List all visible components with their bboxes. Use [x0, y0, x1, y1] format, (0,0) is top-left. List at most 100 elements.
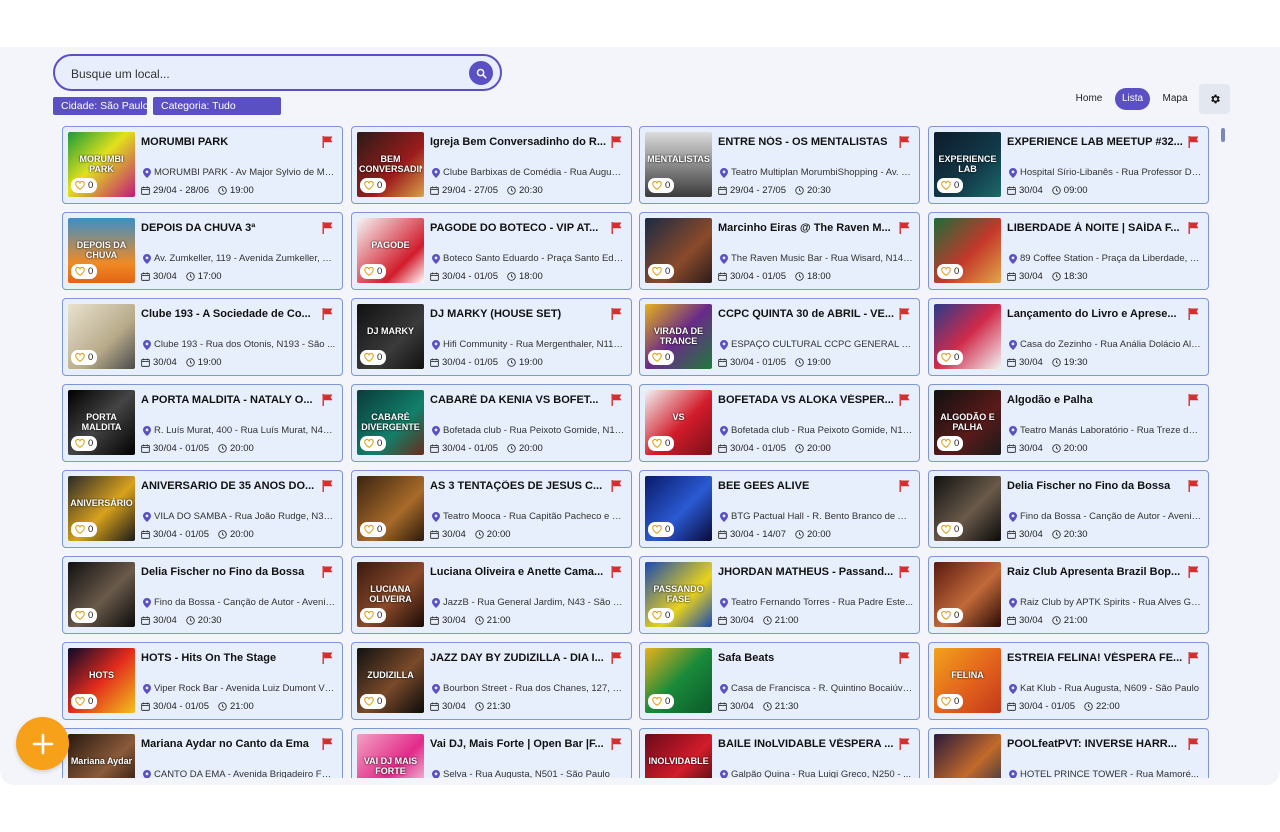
event-card[interactable]: CABARÉ DIVERGENTE 0 CABARÉ DA KENIA VS BOF…	[351, 384, 632, 462]
event-title[interactable]: Mariana Aydar no Canto da Ema	[141, 738, 319, 750]
event-thumbnail[interactable]: ZUDIZILLA 0	[357, 648, 424, 713]
report-flag-button[interactable]	[899, 222, 910, 234]
event-card[interactable]: 0 Lançamento do Livro e Aprese... Casa do …	[928, 298, 1209, 376]
like-button[interactable]: 0	[648, 178, 675, 193]
like-button[interactable]: 0	[71, 608, 98, 623]
report-flag-button[interactable]	[611, 308, 622, 320]
report-flag-button[interactable]	[1188, 136, 1199, 148]
category-filter[interactable]: Categoria: Tudo	[153, 97, 281, 115]
event-card[interactable]: HOTS 0 HOTS - Hits On The Stage Viper Rock …	[62, 642, 343, 720]
report-flag-button[interactable]	[322, 480, 333, 492]
like-button[interactable]: 0	[360, 608, 387, 623]
report-flag-button[interactable]	[1188, 652, 1199, 664]
event-title[interactable]: Lançamento do Livro e Aprese...	[1007, 308, 1185, 320]
event-title[interactable]: Marcinho Eiras @ The Raven M...	[718, 222, 896, 234]
event-title[interactable]: EXPERIENCE LAB MEETUP #32...	[1007, 136, 1185, 148]
report-flag-button[interactable]	[322, 738, 333, 750]
event-title[interactable]: ANIVERSARIO DE 35 ANOS DO...	[141, 480, 319, 492]
nav-map[interactable]: Mapa	[1155, 88, 1195, 110]
event-thumbnail[interactable]: 0	[934, 734, 1001, 778]
like-button[interactable]: 0	[648, 694, 675, 709]
event-card[interactable]: 0 AS 3 TENTAÇÕES DE JESUS C... Teatro Mooc…	[351, 470, 632, 548]
event-card[interactable]: 0 Marcinho Eiras @ The Raven M... The Rave…	[639, 212, 920, 290]
event-title[interactable]: BAILE INoLVIDABLE VÉSPERA ...	[718, 738, 896, 750]
like-button[interactable]: 0	[360, 694, 387, 709]
event-thumbnail[interactable]: CABARÉ DIVERGENTE 0	[357, 390, 424, 455]
report-flag-button[interactable]	[322, 652, 333, 664]
event-title[interactable]: Delia Fischer no Fino da Bossa	[1007, 480, 1185, 492]
event-thumbnail[interactable]: 0	[357, 476, 424, 541]
like-button[interactable]: 0	[360, 178, 387, 193]
report-flag-button[interactable]	[899, 394, 910, 406]
event-title[interactable]: HOTS - Hits On The Stage	[141, 652, 319, 664]
event-title[interactable]: CCPC QUINTA 30 de ABRIL - VE...	[718, 308, 896, 320]
event-card[interactable]: PORTA MALDITA 0 A PORTA MALDITA - NATALY O…	[62, 384, 343, 462]
event-thumbnail[interactable]: 0	[934, 476, 1001, 541]
like-button[interactable]: 0	[71, 264, 98, 279]
event-title[interactable]: ESTREIA FELINA! VÉSPERA FE...	[1007, 652, 1185, 664]
city-filter[interactable]: Cidade: São Paulo	[53, 97, 149, 115]
event-title[interactable]: Clube 193 - A Sociedade de Co...	[141, 308, 319, 320]
like-button[interactable]: 0	[937, 264, 964, 279]
like-button[interactable]: 0	[71, 694, 98, 709]
like-button[interactable]: 0	[937, 608, 964, 623]
like-button[interactable]: 0	[648, 608, 675, 623]
event-title[interactable]: DJ MARKY (HOUSE SET)	[430, 308, 608, 320]
event-thumbnail[interactable]: EXPERIENCE LAB 0	[934, 132, 1001, 197]
event-thumbnail[interactable]: ALGODÃO E PALHA 0	[934, 390, 1001, 455]
event-thumbnail[interactable]: FELINA 0	[934, 648, 1001, 713]
report-flag-button[interactable]	[899, 480, 910, 492]
event-title[interactable]: DEPOIS DA CHUVA 3ª	[141, 222, 319, 234]
event-title[interactable]: A PORTA MALDITA - NATALY O...	[141, 394, 319, 406]
report-flag-button[interactable]	[611, 652, 622, 664]
event-thumbnail[interactable]: 0	[68, 562, 135, 627]
report-flag-button[interactable]	[1188, 480, 1199, 492]
report-flag-button[interactable]	[611, 566, 622, 578]
report-flag-button[interactable]	[322, 566, 333, 578]
event-card[interactable]: EXPERIENCE LAB 0 EXPERIENCE LAB MEETUP #32…	[928, 126, 1209, 204]
event-card[interactable]: DEPOIS DA CHUVA 0 DEPOIS DA CHUVA 3ª Av. Zu…	[62, 212, 343, 290]
event-title[interactable]: JHORDAN MATHEUS - Passand...	[718, 566, 896, 578]
report-flag-button[interactable]	[899, 136, 910, 148]
like-button[interactable]: 0	[71, 350, 98, 365]
add-event-button[interactable]	[16, 717, 69, 770]
like-button[interactable]: 0	[648, 264, 675, 279]
event-thumbnail[interactable]: 0	[934, 562, 1001, 627]
event-thumbnail[interactable]: 0	[934, 304, 1001, 369]
event-title[interactable]: MORUMBI PARK	[141, 136, 319, 148]
event-title[interactable]: BEE GEES ALIVE	[718, 480, 896, 492]
event-title[interactable]: Vai DJ, Mais Forte | Open Bar |F...	[430, 738, 608, 750]
event-card[interactable]: ALGODÃO E PALHA 0 Algodão e Palha Teatro Ma…	[928, 384, 1209, 462]
event-thumbnail[interactable]: 0	[934, 218, 1001, 283]
event-card[interactable]: 0 Clube 193 - A Sociedade de Co... Clube 1…	[62, 298, 343, 376]
like-button[interactable]: 0	[937, 350, 964, 365]
event-thumbnail[interactable]: PORTA MALDITA 0	[68, 390, 135, 455]
report-flag-button[interactable]	[611, 480, 622, 492]
like-button[interactable]: 0	[360, 350, 387, 365]
event-card[interactable]: LUCIANA OLIVEIRA 0 Luciana Oliveira e Anet…	[351, 556, 632, 634]
event-title[interactable]: CABARÉ DA KENIA VS BOFET...	[430, 394, 608, 406]
event-card[interactable]: MORUMBI PARK 0 MORUMBI PARK MORUMBI PARK - …	[62, 126, 343, 204]
like-button[interactable]: 0	[71, 522, 98, 537]
report-flag-button[interactable]	[611, 136, 622, 148]
settings-button[interactable]	[1199, 84, 1230, 114]
report-flag-button[interactable]	[1188, 566, 1199, 578]
report-flag-button[interactable]	[899, 566, 910, 578]
event-title[interactable]: Safa Beats	[718, 652, 896, 664]
like-button[interactable]: 0	[71, 178, 98, 193]
report-flag-button[interactable]	[611, 222, 622, 234]
like-button[interactable]: 0	[360, 522, 387, 537]
event-thumbnail[interactable]: 0	[645, 218, 712, 283]
event-title[interactable]: Igreja Bem Conversadinho do R...	[430, 136, 608, 148]
event-title[interactable]: Raiz Club Apresenta Brazil Bop...	[1007, 566, 1185, 578]
event-thumbnail[interactable]: DEPOIS DA CHUVA 0	[68, 218, 135, 283]
like-button[interactable]: 0	[360, 436, 387, 451]
event-thumbnail[interactable]: PAGODE 0	[357, 218, 424, 283]
like-button[interactable]: 0	[648, 522, 675, 537]
event-thumbnail[interactable]: INOLVIDABLE0	[645, 734, 712, 778]
event-title[interactable]: Delia Fischer no Fino da Bossa	[141, 566, 319, 578]
event-thumbnail[interactable]: PASSANDO FASE 0	[645, 562, 712, 627]
like-button[interactable]: 0	[648, 350, 675, 365]
event-card[interactable]: FELINA 0 ESTREIA FELINA! VÉSPERA FE... Kat …	[928, 642, 1209, 720]
event-card[interactable]: 0 Delia Fischer no Fino da Bossa Fino da B…	[928, 470, 1209, 548]
